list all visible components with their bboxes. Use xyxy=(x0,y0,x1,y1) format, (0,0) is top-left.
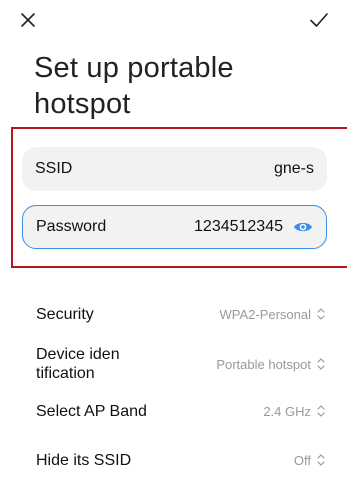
hide-ssid-label: Hide its SSID xyxy=(36,451,132,469)
close-button[interactable] xyxy=(14,6,42,34)
check-icon xyxy=(310,13,328,27)
security-value-text: WPA2-Personal xyxy=(219,306,311,322)
setting-row-device-identification[interactable]: Device iden tification Portable hotspot xyxy=(36,344,326,384)
device-identification-label: Device iden tification xyxy=(36,346,120,382)
password-value: 1234512345 xyxy=(194,218,283,235)
ap-band-value-text: 2.4 GHz xyxy=(263,403,311,419)
updown-icon xyxy=(317,405,325,417)
hide-ssid-value-text: Off xyxy=(293,452,311,468)
setting-row-ap-band[interactable]: Select AP Band 2.4 GHz xyxy=(36,391,326,431)
updown-icon xyxy=(317,358,325,370)
confirm-button[interactable] xyxy=(305,6,333,34)
setting-row-hide-ssid[interactable]: Hide its SSID Off xyxy=(36,440,326,480)
password-field[interactable]: Password 1234512345 xyxy=(22,205,327,249)
device-identification-value: Portable hotspot xyxy=(156,357,326,372)
security-label: Security xyxy=(36,305,94,323)
updown-icon xyxy=(317,454,325,466)
password-label: Password xyxy=(36,218,107,235)
ap-band-value: 2.4 GHz xyxy=(156,404,326,419)
device-identification-value-text: Portable hotspot xyxy=(216,356,311,372)
setting-row-security[interactable]: Security WPA2-Personal xyxy=(36,302,326,326)
ssid-value: gne-s xyxy=(273,160,314,177)
updown-icon xyxy=(317,308,325,320)
ap-band-label: Select AP Band xyxy=(36,402,147,420)
close-icon xyxy=(21,13,35,27)
security-value: WPA2-Personal xyxy=(156,307,326,322)
page-title: Set up portable hotspot xyxy=(34,52,234,120)
top-bar xyxy=(0,0,347,40)
eye-icon[interactable] xyxy=(293,217,313,237)
ssid-field[interactable]: SSID gne-s xyxy=(22,147,327,191)
ssid-label: SSID xyxy=(35,160,73,177)
hide-ssid-value: Off xyxy=(156,453,326,468)
